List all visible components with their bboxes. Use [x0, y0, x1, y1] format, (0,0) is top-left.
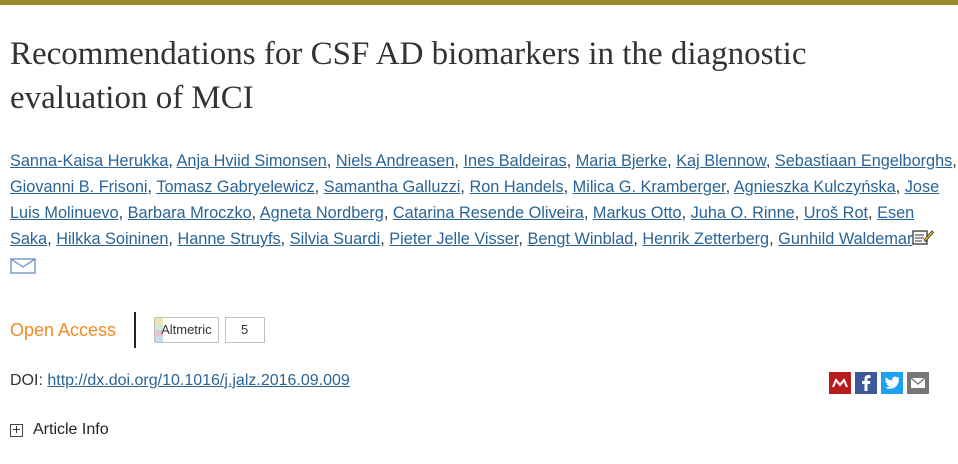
corresponding-author-icon[interactable]: [912, 228, 935, 254]
author-link[interactable]: Barbara Mroczko: [128, 204, 252, 222]
access-row: Open Access Altmetric 5: [10, 310, 265, 350]
author-link[interactable]: Markus Otto: [593, 204, 682, 222]
article-info-label: Article Info: [33, 421, 109, 438]
author-separator: ,: [765, 152, 775, 170]
author-separator: ,: [952, 152, 957, 170]
author-link[interactable]: Sebastiaan Engelborghs: [775, 152, 952, 170]
facebook-icon[interactable]: [855, 372, 877, 394]
author-link[interactable]: Hanne Struyfs: [177, 230, 280, 248]
doi-prefix: DOI:: [10, 372, 43, 389]
author-link[interactable]: Niels Andreasen: [336, 152, 455, 170]
author-separator: ,: [251, 204, 260, 222]
author-separator: ,: [681, 204, 691, 222]
author-link[interactable]: Catarina Resende Oliveira: [393, 204, 584, 222]
author-separator: ,: [47, 230, 57, 248]
author-separator: ,: [725, 178, 734, 196]
author-link[interactable]: Hilkka Soininen: [56, 230, 168, 248]
share-toolbar: [829, 372, 929, 394]
author-link[interactable]: Samantha Galluzzi: [324, 178, 461, 196]
divider: [134, 312, 137, 348]
author-link[interactable]: Pieter Jelle Visser: [389, 230, 518, 248]
author-link[interactable]: Ron Handels: [469, 178, 563, 196]
open-access-label: Open Access: [10, 319, 117, 340]
author-link[interactable]: Uroš Rot: [804, 204, 868, 222]
expand-icon: +: [10, 422, 23, 437]
author-link[interactable]: Giovanni B. Frisoni: [10, 178, 148, 196]
author-link[interactable]: Silvia Suardi: [290, 230, 381, 248]
author-separator: ,: [383, 204, 393, 222]
email-author-icon[interactable]: [10, 256, 36, 282]
altmetric-label: Altmetric: [154, 317, 219, 343]
author-link[interactable]: Sanna-Kaisa Herukka: [10, 152, 168, 170]
author-separator: ,: [380, 230, 390, 248]
author-separator: ,: [147, 178, 157, 196]
author-link[interactable]: Kaj Blennow: [676, 152, 766, 170]
author-link[interactable]: Maria Bjerke: [576, 152, 667, 170]
author-separator: ,: [667, 152, 677, 170]
author-separator: ,: [566, 152, 576, 170]
author-separator: ,: [583, 204, 593, 222]
author-link[interactable]: Juha O. Rinne: [691, 204, 795, 222]
author-separator: ,: [168, 152, 177, 170]
author-link[interactable]: Milica G. Kramberger: [573, 178, 726, 196]
author-link[interactable]: Ines Baldeiras: [463, 152, 566, 170]
author-link[interactable]: Henrik Zetterberg: [642, 230, 769, 248]
altmetric-badge[interactable]: Altmetric 5: [154, 317, 265, 343]
author-link[interactable]: Anja Hviid Simonsen: [177, 152, 327, 170]
email-icon[interactable]: [907, 372, 929, 394]
author-separator: ,: [118, 204, 128, 222]
page-title: Recommendations for CSF AD biomarkers in…: [10, 36, 807, 116]
top-rule: [0, 0, 958, 5]
doi-link[interactable]: http://dx.doi.org/10.1016/j.jalz.2016.09…: [47, 372, 349, 389]
altmetric-count: 5: [224, 317, 265, 343]
author-link[interactable]: Agneta Nordberg: [260, 204, 384, 222]
author-separator: ,: [868, 204, 878, 222]
author-list: Sanna-Kaisa Herukka, Anja Hviid Simonsen…: [10, 148, 958, 282]
author-link[interactable]: Bengt Winblad: [527, 230, 633, 248]
article-info-toggle[interactable]: + Article Info: [10, 421, 109, 439]
doi-row: DOI: http://dx.doi.org/10.1016/j.jalz.20…: [10, 372, 350, 390]
author-link[interactable]: Gunhild Waldemar: [778, 230, 912, 248]
author-separator: ,: [563, 178, 573, 196]
author-separator: ,: [326, 152, 336, 170]
author-separator: ,: [895, 178, 905, 196]
author-separator: ,: [280, 230, 290, 248]
mendeley-icon[interactable]: [829, 372, 851, 394]
author-separator: ,: [794, 204, 804, 222]
author-link[interactable]: Agnieszka Kulczyńska: [734, 178, 896, 196]
author-separator: ,: [769, 230, 779, 248]
author-link[interactable]: Tomasz Gabryelewicz: [156, 178, 314, 196]
twitter-icon[interactable]: [881, 372, 903, 394]
author-separator: ,: [314, 178, 324, 196]
